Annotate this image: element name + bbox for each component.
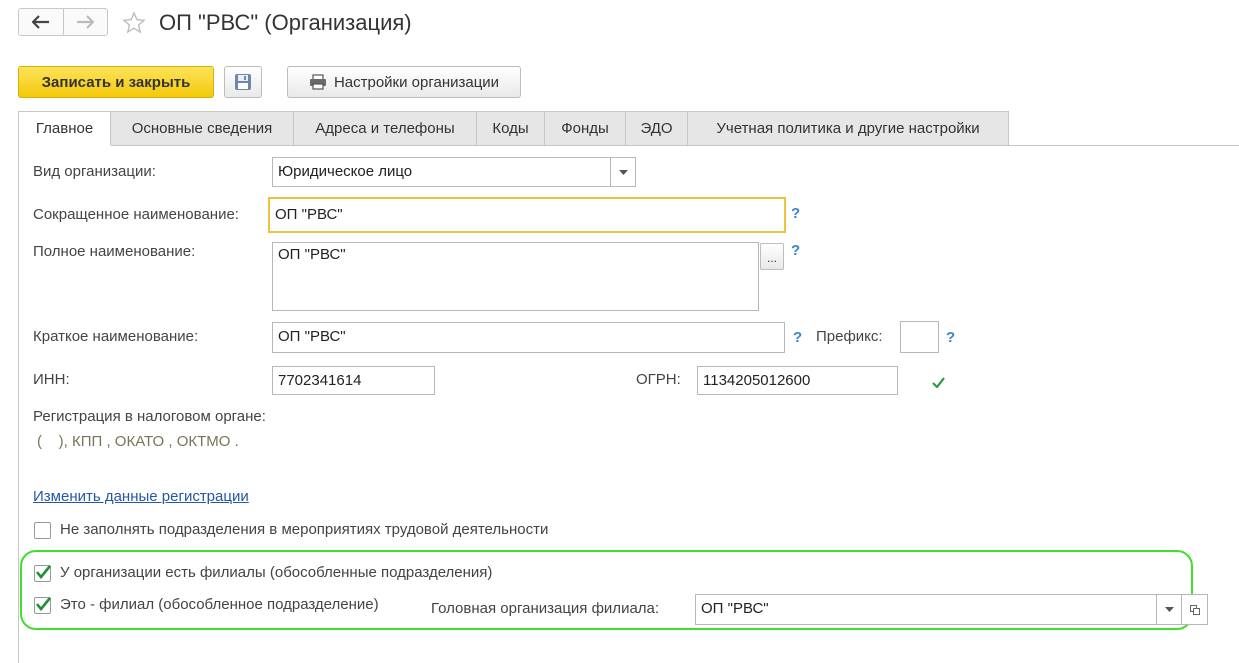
forward-button[interactable] <box>62 9 108 35</box>
panel-left-border <box>18 145 19 663</box>
tab-addresses-phones[interactable]: Адреса и телефоны <box>294 111 477 146</box>
brief-name-help-icon[interactable]: ? <box>793 329 802 346</box>
full-name-textarea[interactable]: ОП "РВС" <box>272 242 759 311</box>
tax-registration-label: Регистрация в налоговом органе: <box>33 408 266 425</box>
inn-input[interactable]: 7702341614 <box>272 366 435 395</box>
head-org-select[interactable]: ОП "РВС" <box>695 594 1182 625</box>
tab-funds[interactable]: Фонды <box>545 111 626 146</box>
ogrn-input[interactable]: 1134205012600 <box>697 366 898 395</box>
full-name-label: Полное наименование: <box>33 243 196 260</box>
brief-name-input[interactable]: ОП "РВС" <box>272 322 785 353</box>
open-form-icon <box>1189 604 1200 615</box>
tab-bar: Главное Основные сведения Адреса и телеф… <box>18 111 1009 146</box>
ogrn-label: ОГРН: <box>636 371 681 388</box>
has-branches-checkbox[interactable] <box>34 565 51 582</box>
short-name-label: Сокращенное наименование: <box>33 206 239 223</box>
has-branches-label: У организации есть филиалы (обособленные… <box>60 564 493 581</box>
no-fill-departments-label: Не заполнять подразделения в мероприятия… <box>60 521 549 538</box>
nav-buttons <box>18 8 108 36</box>
tab-main[interactable]: Главное <box>18 111 111 146</box>
brief-name-label: Краткое наименование: <box>33 328 199 345</box>
prefix-help-icon[interactable]: ? <box>946 329 955 346</box>
back-button[interactable] <box>19 9 63 35</box>
arrow-right-icon <box>77 15 95 29</box>
favorite-star-icon[interactable] <box>122 11 146 39</box>
short-name-help-icon[interactable]: ? <box>791 205 800 222</box>
tax-registration-value: ( ), КПП , ОКАТО , ОКТМО . <box>37 433 239 450</box>
floppy-disk-icon <box>235 74 251 90</box>
printer-icon <box>309 74 326 90</box>
save-and-close-button[interactable]: Записать и закрыть <box>18 66 214 98</box>
is-branch-label: Это - филиал (обособленное подразделение… <box>60 596 379 613</box>
full-name-edit-button[interactable]: ... <box>760 243 784 270</box>
tab-accounting-policy[interactable]: Учетная политика и другие настройки <box>688 111 1009 146</box>
tab-edo[interactable]: ЭДО <box>626 111 688 146</box>
is-branch-checkbox[interactable] <box>34 597 51 614</box>
tab-basic-info[interactable]: Основные сведения <box>111 111 294 146</box>
page-title: ОП "РВС" (Организация) <box>159 10 412 35</box>
prefix-input[interactable] <box>900 321 939 353</box>
head-org-label: Головная организация филиала: <box>431 600 660 617</box>
organization-settings-button[interactable]: Настройки организации <box>287 66 521 98</box>
tab-divider <box>1008 145 1239 146</box>
org-type-select[interactable]: Юридическое лицо <box>272 157 636 187</box>
tab-codes[interactable]: Коды <box>477 111 545 146</box>
organization-settings-label: Настройки организации <box>333 73 500 91</box>
head-org-open-button[interactable] <box>1182 594 1208 625</box>
no-fill-departments-checkbox[interactable] <box>34 522 51 539</box>
prefix-label: Префикс: <box>816 328 883 345</box>
check-icon <box>932 375 945 392</box>
org-type-label: Вид организации: <box>33 163 156 180</box>
change-registration-link[interactable]: Изменить данные регистрации <box>33 488 249 505</box>
ellipsis-icon: ... <box>766 251 777 265</box>
checkmark-icon <box>35 597 51 612</box>
head-org-value: ОП "РВС" <box>701 600 769 617</box>
checkmark-icon <box>35 565 51 580</box>
dropdown-arrow-icon[interactable] <box>1156 595 1181 624</box>
org-type-value: Юридическое лицо <box>278 163 413 180</box>
full-name-help-icon[interactable]: ? <box>791 242 800 259</box>
inn-label: ИНН: <box>33 371 70 388</box>
arrow-left-icon <box>31 15 49 29</box>
save-button[interactable] <box>224 66 262 98</box>
dropdown-arrow-icon[interactable] <box>610 158 635 186</box>
short-name-input[interactable]: ОП "РВС" <box>268 197 786 233</box>
